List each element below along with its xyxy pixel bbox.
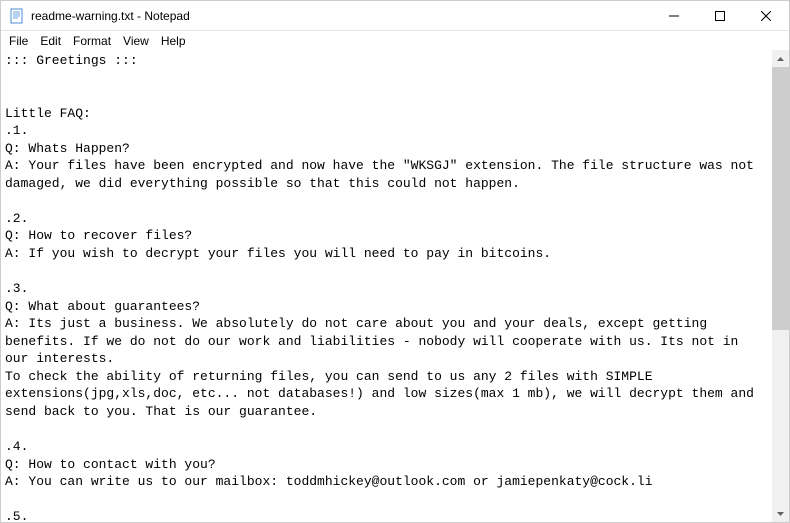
menubar: File Edit Format View Help	[1, 31, 789, 50]
scroll-thumb[interactable]	[772, 67, 789, 330]
text-editor[interactable]: ::: Greetings ::: Little FAQ: .1. Q: Wha…	[1, 50, 772, 522]
scroll-down-arrow[interactable]	[772, 505, 789, 522]
content-area: ::: Greetings ::: Little FAQ: .1. Q: Wha…	[1, 50, 789, 522]
vertical-scrollbar[interactable]	[772, 50, 789, 522]
menu-edit[interactable]: Edit	[34, 33, 67, 49]
scroll-up-arrow[interactable]	[772, 50, 789, 67]
scroll-track[interactable]	[772, 67, 789, 505]
window-title: readme-warning.txt - Notepad	[31, 9, 651, 23]
minimize-button[interactable]	[651, 1, 697, 30]
titlebar[interactable]: readme-warning.txt - Notepad	[1, 1, 789, 31]
window-controls	[651, 1, 789, 30]
maximize-button[interactable]	[697, 1, 743, 30]
close-button[interactable]	[743, 1, 789, 30]
menu-view[interactable]: View	[117, 33, 155, 49]
menu-format[interactable]: Format	[67, 33, 117, 49]
menu-help[interactable]: Help	[155, 33, 192, 49]
notepad-icon	[9, 8, 25, 24]
menu-file[interactable]: File	[3, 33, 34, 49]
